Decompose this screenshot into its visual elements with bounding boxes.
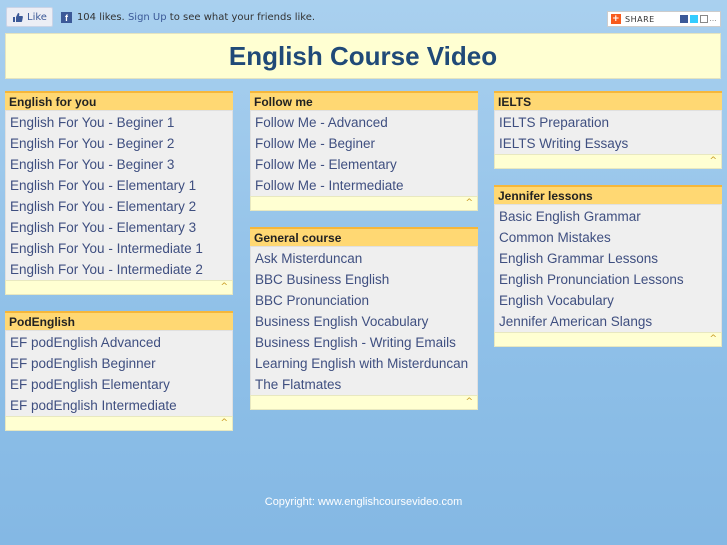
caret-up-icon[interactable]: ^: [220, 417, 228, 429]
like-button[interactable]: Like: [6, 7, 53, 27]
list-item[interactable]: English For You - Intermediate 1: [6, 238, 232, 259]
more-share-icon[interactable]: …: [710, 15, 718, 23]
link-list: Follow Me - Advanced Follow Me - Beginer…: [250, 110, 478, 196]
caret-up-icon[interactable]: ^: [709, 333, 717, 345]
like-label: Like: [27, 11, 47, 23]
list-item[interactable]: English For You - Beginer 3: [6, 154, 232, 175]
list-item[interactable]: English Vocabulary: [495, 290, 721, 311]
list-item[interactable]: EF podEnglish Advanced: [6, 332, 232, 353]
share-widget[interactable]: + SHARE …: [607, 11, 721, 27]
list-item[interactable]: EF podEnglish Beginner: [6, 353, 232, 374]
list-item[interactable]: English For You - Elementary 1: [6, 175, 232, 196]
list-item[interactable]: English Grammar Lessons: [495, 248, 721, 269]
signup-link[interactable]: Sign Up: [128, 12, 167, 23]
likes-count: 104 likes.: [76, 11, 125, 23]
link-list: English For You - Beginer 1 English For …: [5, 110, 233, 280]
share-label: SHARE: [625, 14, 655, 24]
list-item[interactable]: Follow Me - Elementary: [251, 154, 477, 175]
box-title: Follow me: [250, 91, 478, 110]
link-list: Ask Misterduncan BBC Business English BB…: [250, 246, 478, 395]
box-title: English for you: [5, 91, 233, 110]
copyright-text: Copyright: www.englishcoursevideo.com: [264, 496, 463, 508]
box-podenglish: PodEnglish EF podEnglish Advanced EF pod…: [5, 311, 233, 431]
box-footer: ^: [250, 395, 478, 410]
list-item[interactable]: English For You - Beginer 2: [6, 133, 232, 154]
box-title: PodEnglish: [5, 311, 233, 330]
list-item[interactable]: Follow Me - Advanced: [251, 112, 477, 133]
list-item[interactable]: Basic English Grammar: [495, 206, 721, 227]
caret-up-icon[interactable]: ^: [465, 396, 473, 408]
list-item[interactable]: Common Mistakes: [495, 227, 721, 248]
link-list: Basic English Grammar Common Mistakes En…: [494, 204, 722, 332]
list-item[interactable]: Follow Me - Beginer: [251, 133, 477, 154]
box-general-course: General course Ask Misterduncan BBC Busi…: [250, 227, 478, 410]
twitter-share-icon[interactable]: [689, 15, 698, 23]
box-follow-me: Follow me Follow Me - Advanced Follow Me…: [250, 91, 478, 211]
caret-up-icon[interactable]: ^: [220, 281, 228, 293]
list-item[interactable]: English For You - Elementary 2: [6, 196, 232, 217]
box-english-for-you: English for you English For You - Begine…: [5, 91, 233, 295]
list-item[interactable]: Ask Misterduncan: [251, 248, 477, 269]
signup-suffix: to see what your friends like.: [169, 11, 316, 23]
box-ielts: IELTS IELTS Preparation IELTS Writing Es…: [494, 91, 722, 169]
list-item[interactable]: English For You - Elementary 3: [6, 217, 232, 238]
facebook-like-bar: Like f 104 likes. Sign Up to see what yo…: [6, 7, 315, 27]
list-item[interactable]: Follow Me - Intermediate: [251, 175, 477, 196]
caret-up-icon[interactable]: ^: [465, 197, 473, 209]
list-item[interactable]: BBC Business English: [251, 269, 477, 290]
list-item[interactable]: IELTS Preparation: [495, 112, 721, 133]
box-jennifer-lessons: Jennifer lessons Basic English Grammar C…: [494, 185, 722, 347]
box-title: General course: [250, 227, 478, 246]
thumbs-up-icon: [13, 12, 23, 22]
list-item[interactable]: IELTS Writing Essays: [495, 133, 721, 154]
facebook-share-icon[interactable]: [679, 15, 688, 23]
link-list: IELTS Preparation IELTS Writing Essays: [494, 110, 722, 154]
box-footer: ^: [250, 196, 478, 211]
box-title: Jennifer lessons: [494, 185, 722, 204]
list-item[interactable]: EF podEnglish Intermediate: [6, 395, 232, 416]
email-share-icon[interactable]: [699, 15, 708, 23]
list-item[interactable]: EF podEnglish Elementary: [6, 374, 232, 395]
list-item[interactable]: Learning English with Misterduncan: [251, 353, 477, 374]
facebook-icon: f: [60, 11, 72, 23]
list-item[interactable]: BBC Pronunciation: [251, 290, 477, 311]
list-item[interactable]: English For You - Intermediate 2: [6, 259, 232, 280]
box-footer: ^: [5, 280, 233, 295]
box-title: IELTS: [494, 91, 722, 110]
list-item[interactable]: The Flatmates: [251, 374, 477, 395]
box-footer: ^: [494, 154, 722, 169]
link-list: EF podEnglish Advanced EF podEnglish Beg…: [5, 330, 233, 416]
list-item[interactable]: Jennifer American Slangs: [495, 311, 721, 332]
list-item[interactable]: English Pronunciation Lessons: [495, 269, 721, 290]
caret-up-icon[interactable]: ^: [709, 155, 717, 167]
addthis-plus-icon: +: [611, 14, 621, 24]
box-footer: ^: [5, 416, 233, 431]
site-title[interactable]: English Course Video: [6, 34, 720, 78]
list-item[interactable]: Business English Vocabulary: [251, 311, 477, 332]
list-item[interactable]: Business English - Writing Emails: [251, 332, 477, 353]
list-item[interactable]: English For You - Beginer 1: [6, 112, 232, 133]
site-header: English Course Video: [5, 33, 721, 79]
box-footer: ^: [494, 332, 722, 347]
